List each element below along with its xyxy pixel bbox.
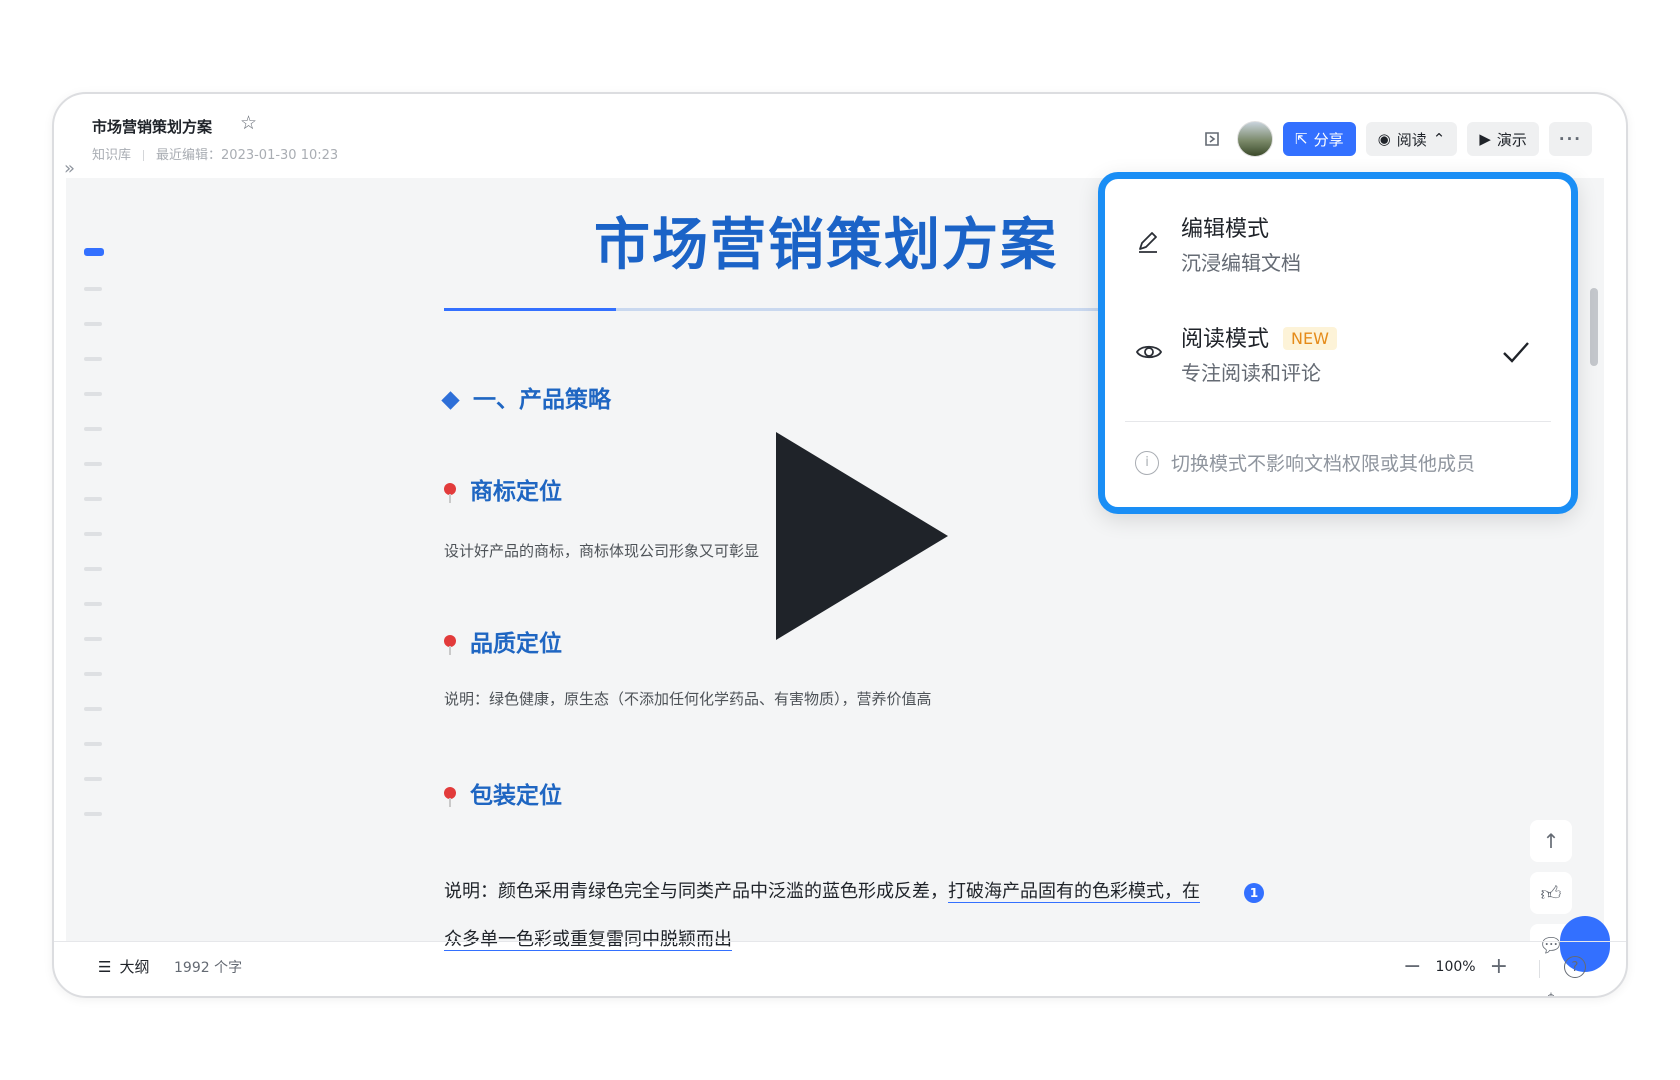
outline-label: 大纲 bbox=[119, 958, 150, 976]
zoom-level[interactable]: 100% bbox=[1436, 959, 1476, 975]
edit-mode-desc: 沉浸编辑文档 bbox=[1181, 251, 1301, 275]
mode-note-text: 切换模式不影响文档权限或其他成员 bbox=[1171, 453, 1476, 475]
read-mode-name: 阅读模式 bbox=[1181, 327, 1270, 352]
outline-marker[interactable] bbox=[84, 427, 102, 431]
title-underline-accent bbox=[444, 308, 616, 311]
dropdown-divider bbox=[1125, 421, 1551, 422]
quality-heading-text: 品质定位 bbox=[470, 631, 562, 657]
edit-mode-name: 编辑模式 bbox=[1181, 217, 1270, 242]
avatar[interactable] bbox=[1237, 121, 1274, 157]
read-mode-title: 阅读模式 NEW bbox=[1181, 321, 1337, 353]
back-to-top-icon[interactable]: ↑ bbox=[1530, 820, 1572, 862]
star-icon[interactable]: ☆ bbox=[240, 112, 257, 134]
help-icon[interactable]: ? bbox=[1564, 956, 1586, 978]
read-mode-desc: 专注阅读和评论 bbox=[1181, 361, 1321, 385]
zoom-control: − 100% + bbox=[1403, 954, 1508, 979]
share-icon: ⇱ bbox=[1295, 130, 1308, 148]
outline-marker[interactable] bbox=[84, 357, 102, 361]
doc-title: 市场营销策划方案 bbox=[92, 118, 213, 136]
edit-mode-option[interactable]: 编辑模式 沉浸编辑文档 bbox=[1135, 197, 1541, 289]
info-icon: i bbox=[1135, 450, 1159, 475]
share-label: 分享 bbox=[1313, 130, 1344, 149]
section-heading-text: 一、产品策略 bbox=[473, 387, 611, 413]
pin-icon bbox=[444, 786, 456, 807]
outline-marker[interactable] bbox=[84, 672, 102, 676]
history-icon[interactable] bbox=[1197, 124, 1227, 154]
outline-marker[interactable] bbox=[84, 532, 102, 536]
outline-marker[interactable] bbox=[84, 602, 102, 606]
read-mode-option[interactable]: 阅读模式 NEW 专注阅读和评论 bbox=[1135, 307, 1541, 399]
play-small-icon: ▶ bbox=[1479, 130, 1491, 148]
outline-marker[interactable] bbox=[84, 637, 102, 641]
section-heading-1: 一、产品策略 bbox=[441, 380, 611, 414]
outline-marker[interactable] bbox=[84, 707, 102, 711]
outline-marker[interactable] bbox=[84, 287, 102, 291]
quality-paragraph: 说明：绿色健康，原生态（不添加任何化学药品、有害物质），营养价值高 bbox=[444, 690, 932, 708]
outline-rail bbox=[84, 248, 106, 847]
zoom-in-icon[interactable]: + bbox=[1490, 954, 1508, 979]
breadcrumb-knowledge-base[interactable]: 知识库 bbox=[92, 148, 131, 163]
present-button[interactable]: ▶ 演示 bbox=[1467, 122, 1539, 156]
pencil-icon bbox=[1135, 229, 1161, 259]
brand-heading: 商标定位 bbox=[444, 472, 562, 506]
word-count: 1992 个字 bbox=[174, 960, 243, 976]
video-play-icon[interactable] bbox=[776, 432, 948, 640]
outline-marker[interactable] bbox=[84, 497, 102, 501]
outline-icon: ☰ bbox=[98, 957, 112, 976]
footer-divider bbox=[1539, 960, 1540, 978]
pin-icon bbox=[444, 634, 456, 655]
outline-marker[interactable] bbox=[84, 742, 102, 746]
pin-icon bbox=[444, 482, 456, 503]
new-badge: NEW bbox=[1283, 326, 1337, 350]
like-icon[interactable]: 👍︎ bbox=[1530, 872, 1572, 914]
outline-marker[interactable] bbox=[84, 322, 102, 326]
package-heading-text: 包装定位 bbox=[470, 783, 562, 809]
eye-icon: ◉ bbox=[1377, 130, 1391, 148]
more-button[interactable]: ··· bbox=[1548, 122, 1592, 156]
outline-marker[interactable] bbox=[84, 392, 102, 396]
document-heading: 市场营销策划方案 bbox=[594, 213, 1058, 278]
quality-heading: 品质定位 bbox=[444, 624, 562, 658]
outline-marker[interactable] bbox=[84, 462, 102, 466]
check-icon bbox=[1501, 339, 1531, 369]
outline-marker[interactable] bbox=[84, 812, 102, 816]
meta-divider bbox=[143, 150, 145, 161]
brand-paragraph: 设计好产品的商标，商标体现公司形象又可彰显 bbox=[444, 542, 760, 560]
present-label: 演示 bbox=[1496, 130, 1527, 149]
package-text-plain: 说明：颜色采用青绿色完全与同类产品中泛滥的蓝色形成反差， bbox=[444, 881, 948, 902]
outline-marker-active[interactable] bbox=[84, 248, 104, 256]
outline-toggle[interactable]: ☰ 大纲 bbox=[98, 956, 149, 977]
toolbar: ⇱ 分享 ◉ 阅读 ⌃ ▶ 演示 ··· bbox=[1197, 121, 1592, 157]
share-button[interactable]: ⇱ 分享 bbox=[1283, 122, 1356, 156]
outline-marker[interactable] bbox=[84, 567, 102, 571]
comment-badge[interactable]: 1 bbox=[1244, 883, 1264, 903]
title-underline bbox=[444, 308, 1134, 311]
brand-heading-text: 商标定位 bbox=[470, 479, 562, 505]
last-edited-time: 2023-01-30 10:23 bbox=[221, 148, 339, 163]
expand-sidebar-icon[interactable]: » bbox=[64, 158, 75, 179]
read-label: 阅读 bbox=[1396, 130, 1427, 149]
mode-dropdown: 编辑模式 沉浸编辑文档 阅读模式 NEW 专注阅读和评论 i 切换模式不影响文档权… bbox=[1098, 172, 1578, 514]
zoom-out-icon[interactable]: − bbox=[1403, 954, 1421, 979]
chevron-up-icon: ⌃ bbox=[1432, 130, 1446, 148]
last-edited-label: 最近编辑： bbox=[156, 148, 222, 163]
scrollbar[interactable] bbox=[1590, 288, 1598, 366]
diamond-icon bbox=[441, 391, 460, 410]
eye-icon bbox=[1135, 339, 1163, 369]
doc-meta: 知识库 最近编辑：2023-01-30 10:23 bbox=[92, 144, 338, 163]
mode-note: i 切换模式不影响文档权限或其他成员 bbox=[1135, 449, 1475, 476]
read-mode-button[interactable]: ◉ 阅读 ⌃ bbox=[1365, 122, 1458, 156]
outline-marker[interactable] bbox=[84, 777, 102, 781]
doc-header: 市场营销策划方案 ☆ 知识库 最近编辑：2023-01-30 10:23 ⇱ 分享… bbox=[54, 94, 1626, 178]
status-bar: ☰ 大纲 1992 个字 − 100% + ? bbox=[54, 941, 1626, 996]
package-heading: 包装定位 bbox=[444, 776, 562, 810]
